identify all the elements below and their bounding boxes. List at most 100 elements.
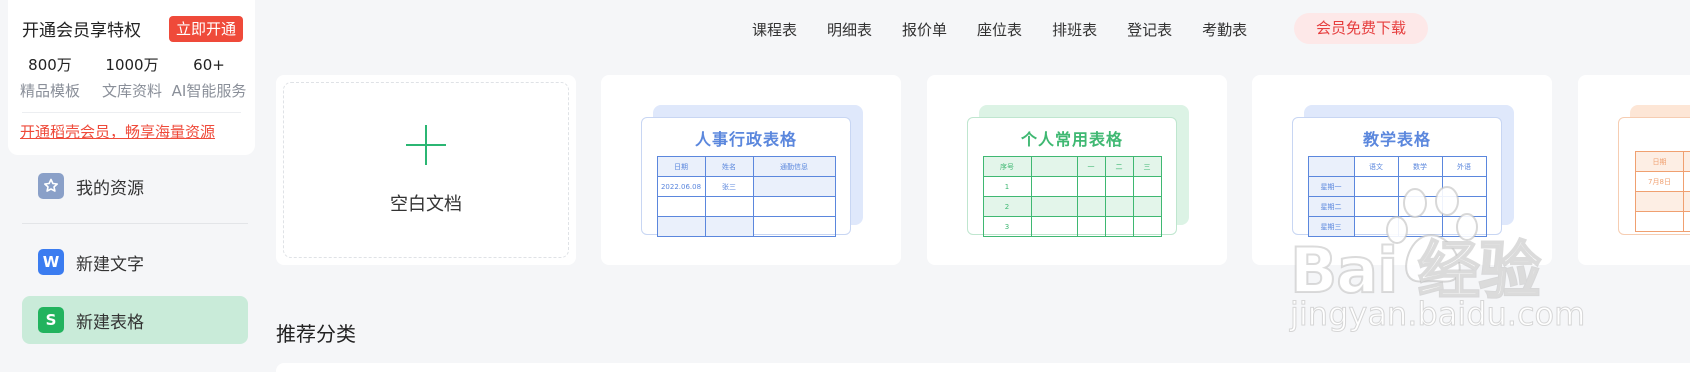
table-cell xyxy=(1353,216,1399,237)
template-title: 人事行政表格 xyxy=(694,130,797,149)
tab-quotation[interactable]: 报价单 xyxy=(902,19,947,40)
vip-title: 开通会员享特权 xyxy=(22,21,141,41)
table-cell: 1 xyxy=(982,176,1032,197)
template-preview: 教学表格 语文 数学 外语 星期一 星期二 星期三 xyxy=(1292,117,1502,237)
template-card-hr[interactable]: 人事行政表格 日期 姓名 通勤信息 2022.06.08 张三 xyxy=(601,75,901,265)
table-cell xyxy=(1132,176,1162,197)
template-mini-table: 语文 数学 外语 星期一 星期二 星期三 xyxy=(1307,156,1487,237)
table-cell: 数学 xyxy=(1397,156,1443,177)
sidebar-item-new-doc[interactable]: W 新建文字 xyxy=(22,238,248,286)
vip-promo-link[interactable]: 开通稻壳会员，畅享海量资源 xyxy=(20,121,215,142)
stat-number: 800万 xyxy=(28,56,72,74)
template-mini-table: 日期 7月8日 xyxy=(1635,151,1690,232)
recommend-panel xyxy=(276,363,1690,372)
tab-registration[interactable]: 登记表 xyxy=(1127,19,1172,40)
blank-document-label: 空白文档 xyxy=(390,194,462,215)
blank-document-card[interactable]: 空白文档 xyxy=(276,75,576,265)
vip-free-download-button[interactable]: 会员免费下载 xyxy=(1294,13,1428,44)
template-preview: 日期 7月8日 xyxy=(1618,117,1690,235)
stat-label: 文库资料 xyxy=(101,82,162,100)
table-cell xyxy=(752,196,836,217)
table-cell xyxy=(1076,196,1106,217)
table-cell xyxy=(1683,191,1690,212)
table-cell xyxy=(1030,156,1078,177)
s-sheet-icon: S xyxy=(38,307,64,333)
table-cell xyxy=(1683,151,1690,172)
table-cell xyxy=(1635,191,1684,212)
template-title: 教学表格 xyxy=(1362,130,1431,149)
table-cell: 通勤信息 xyxy=(752,156,836,177)
sidebar-item-new-sheet[interactable]: S 新建表格 xyxy=(22,296,248,344)
table-cell: 星期三 xyxy=(1307,216,1355,237)
table-cell xyxy=(704,196,754,217)
stat-ai: 60+ AI智能服务 xyxy=(169,55,249,101)
table-cell xyxy=(1353,176,1399,197)
tab-seating[interactable]: 座位表 xyxy=(977,19,1022,40)
divider xyxy=(22,223,248,224)
template-mini-table: 序号 一二三 1 2 3 xyxy=(982,156,1162,237)
table-cell: 星期一 xyxy=(1307,176,1355,197)
table-cell xyxy=(1030,196,1078,217)
blank-card-border xyxy=(283,82,569,258)
template-mini-table: 日期 姓名 通勤信息 2022.06.08 张三 xyxy=(656,156,836,237)
table-cell xyxy=(1104,196,1134,217)
template-card-teaching[interactable]: 教学表格 语文 数学 外语 星期一 星期二 星期三 xyxy=(1252,75,1552,265)
w-doc-icon: W xyxy=(38,249,64,275)
template-card-partial[interactable]: 日期 7月8日 xyxy=(1578,75,1690,265)
tab-shift[interactable]: 排班表 xyxy=(1052,19,1097,40)
star-icon xyxy=(38,173,64,199)
tab-attendance[interactable]: 考勤表 xyxy=(1202,19,1247,40)
stat-library: 1000万 文库资料 xyxy=(92,55,172,101)
section-title: 推荐分类 xyxy=(276,322,356,346)
template-preview: 人事行政表格 日期 姓名 通勤信息 2022.06.08 张三 xyxy=(641,117,851,237)
template-card-personal[interactable]: 个人常用表格 序号 一二三 1 2 3 xyxy=(927,75,1227,265)
table-cell xyxy=(1683,211,1690,232)
sidebar-item-my-resources[interactable]: 我的资源 xyxy=(22,162,248,210)
vip-promo-card: 开通会员享特权 立即开通 800万 精品模板 1000万 文库资料 60+ AI… xyxy=(8,0,255,155)
stat-number: 1000万 xyxy=(105,56,159,74)
table-cell: 张三 xyxy=(704,176,754,197)
table-cell xyxy=(1076,176,1106,197)
table-cell xyxy=(656,196,706,217)
table-cell: 外语 xyxy=(1441,156,1487,177)
table-cell xyxy=(656,216,706,237)
watermark-url: jingyan.baidu.com xyxy=(1289,295,1586,334)
divider xyxy=(22,112,241,113)
table-cell xyxy=(1683,171,1690,192)
table-cell xyxy=(1307,156,1355,177)
table-cell xyxy=(752,216,836,237)
table-cell xyxy=(1076,216,1106,237)
table-cell xyxy=(1441,216,1487,237)
sidebar-item-label: 新建表格 xyxy=(76,312,144,333)
tab-course-schedule[interactable]: 课程表 xyxy=(752,19,797,40)
stat-number: 60+ xyxy=(193,56,225,74)
table-cell xyxy=(1132,196,1162,217)
table-cell: 2 xyxy=(982,196,1032,217)
table-cell xyxy=(1104,176,1134,197)
table-cell xyxy=(1397,216,1443,237)
table-cell xyxy=(1441,196,1487,217)
table-cell: 序号 xyxy=(982,156,1032,177)
table-cell xyxy=(1030,176,1078,197)
table-cell xyxy=(752,176,836,197)
table-cell: 7月8日 xyxy=(1635,171,1684,192)
table-cell xyxy=(1030,216,1078,237)
sidebar: 开通会员享特权 立即开通 800万 精品模板 1000万 文库资料 60+ AI… xyxy=(0,0,255,372)
table-cell xyxy=(1353,196,1399,217)
table-cell: 日期 xyxy=(656,156,706,177)
tab-detail-list[interactable]: 明细表 xyxy=(827,19,872,40)
table-cell: 二 xyxy=(1104,156,1134,177)
table-cell: 日期 xyxy=(1635,151,1684,172)
template-title xyxy=(1619,126,1690,145)
table-cell: 姓名 xyxy=(704,156,754,177)
sidebar-item-label: 新建文字 xyxy=(76,254,144,275)
table-cell xyxy=(1397,196,1443,217)
table-cell: 三 xyxy=(1132,156,1162,177)
plus-icon xyxy=(406,125,446,165)
table-cell: 语文 xyxy=(1353,156,1399,177)
table-cell xyxy=(1635,211,1684,232)
table-cell: 星期二 xyxy=(1307,196,1355,217)
category-tabs: 课程表 明细表 报价单 座位表 排班表 登记表 考勤表 xyxy=(752,18,1277,40)
table-cell xyxy=(1104,216,1134,237)
open-vip-button[interactable]: 立即开通 xyxy=(169,16,244,42)
